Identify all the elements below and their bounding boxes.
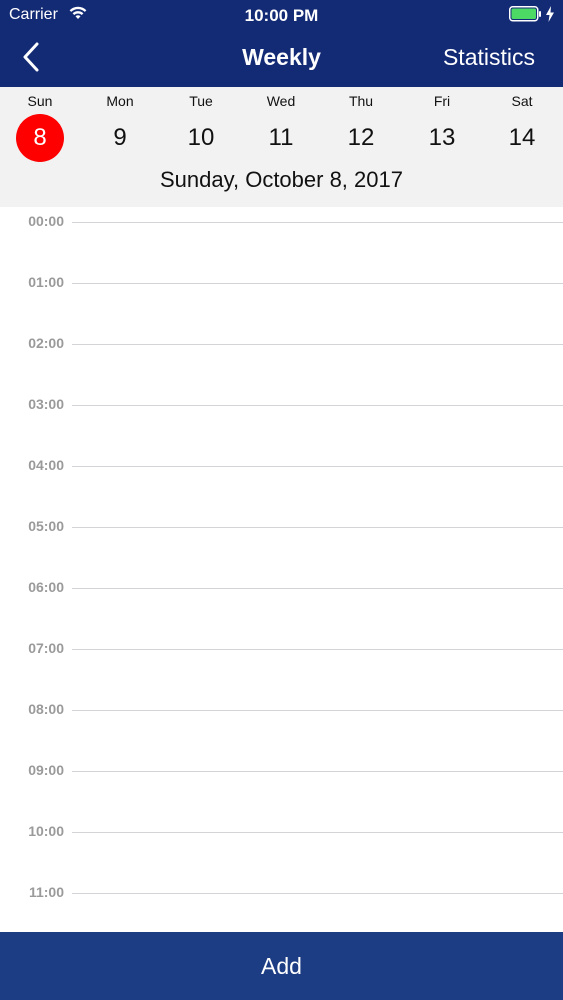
statistics-button[interactable]: Statistics xyxy=(443,44,535,71)
hour-divider xyxy=(72,283,563,284)
top-bar: Carrier 10:00 PM Weekly Statistics xyxy=(0,0,563,87)
hour-divider xyxy=(72,893,563,894)
day-wed[interactable]: Wed 11 xyxy=(241,87,321,167)
day-name: Mon xyxy=(106,93,134,109)
hour-row[interactable]: 01:00 xyxy=(0,271,563,291)
hour-divider xyxy=(72,527,563,528)
hour-row[interactable]: 04:00 xyxy=(0,454,563,474)
day-timeline[interactable]: 00:00 01:00 02:00 03:00 04:00 05:00 06:0… xyxy=(0,207,563,932)
week-strip: Sun 8 Mon 9 Tue 10 Wed 11 Thu 12 Fri 13 … xyxy=(0,87,563,207)
selected-date-label: Sunday, October 8, 2017 xyxy=(160,167,403,192)
day-fri[interactable]: Fri 13 xyxy=(402,87,482,167)
day-name: Thu xyxy=(348,93,374,109)
hour-row[interactable]: 11:00 xyxy=(0,881,563,901)
hour-label: 07:00 xyxy=(28,640,64,656)
day-sat[interactable]: Sat 14 xyxy=(482,87,562,167)
day-name: Wed xyxy=(266,93,296,109)
day-number: 10 xyxy=(187,124,215,151)
hour-row[interactable]: 02:00 xyxy=(0,332,563,352)
hour-label: 09:00 xyxy=(28,762,64,778)
add-button[interactable]: Add xyxy=(0,932,563,1000)
status-time: 10:00 PM xyxy=(244,6,319,25)
hour-label: 04:00 xyxy=(28,457,64,473)
hour-label: 11:00 xyxy=(28,884,64,900)
hour-divider xyxy=(72,649,563,650)
hour-label: 08:00 xyxy=(28,701,64,717)
hour-row[interactable]: 10:00 xyxy=(0,820,563,840)
day-thu[interactable]: Thu 12 xyxy=(321,87,401,167)
day-number: 12 xyxy=(347,124,375,151)
hour-label: 06:00 xyxy=(28,579,64,595)
bolt-icon xyxy=(545,6,555,27)
hour-divider xyxy=(72,710,563,711)
hour-row[interactable]: 06:00 xyxy=(0,576,563,596)
hour-label: 05:00 xyxy=(28,518,64,534)
hour-divider xyxy=(72,588,563,589)
hour-label: 01:00 xyxy=(28,274,64,290)
hour-divider xyxy=(72,771,563,772)
hour-label: 00:00 xyxy=(28,213,64,229)
hour-divider xyxy=(72,832,563,833)
hour-label: 03:00 xyxy=(28,396,64,412)
day-name: Tue xyxy=(189,93,213,109)
navigation-bar: Weekly Statistics xyxy=(0,30,563,87)
hour-divider xyxy=(72,405,563,406)
hour-divider xyxy=(72,222,563,223)
status-bar: Carrier 10:00 PM xyxy=(0,0,563,30)
day-number: 13 xyxy=(428,124,456,151)
day-mon[interactable]: Mon 9 xyxy=(80,87,160,167)
hour-row[interactable]: 05:00 xyxy=(0,515,563,535)
hour-row[interactable]: 07:00 xyxy=(0,637,563,657)
day-number: 14 xyxy=(508,124,536,151)
add-button-label: Add xyxy=(261,953,302,979)
day-number: 9 xyxy=(113,124,127,151)
hour-row[interactable]: 00:00 xyxy=(0,210,563,230)
hour-label: 02:00 xyxy=(28,335,64,351)
battery-icon xyxy=(509,6,542,22)
hour-row[interactable]: 09:00 xyxy=(0,759,563,779)
day-number-selected: 8 xyxy=(16,114,64,162)
hour-label: 10:00 xyxy=(28,823,64,839)
hour-row[interactable]: 03:00 xyxy=(0,393,563,413)
day-tue[interactable]: Tue 10 xyxy=(161,87,241,167)
day-name: Fri xyxy=(433,93,451,109)
day-name: Sat xyxy=(511,93,533,109)
day-number: 11 xyxy=(268,124,294,151)
hour-divider xyxy=(72,344,563,345)
hour-divider xyxy=(72,466,563,467)
day-sun[interactable]: Sun 8 xyxy=(0,87,80,167)
day-name: Sun xyxy=(27,93,53,109)
hour-row[interactable]: 08:00 xyxy=(0,698,563,718)
